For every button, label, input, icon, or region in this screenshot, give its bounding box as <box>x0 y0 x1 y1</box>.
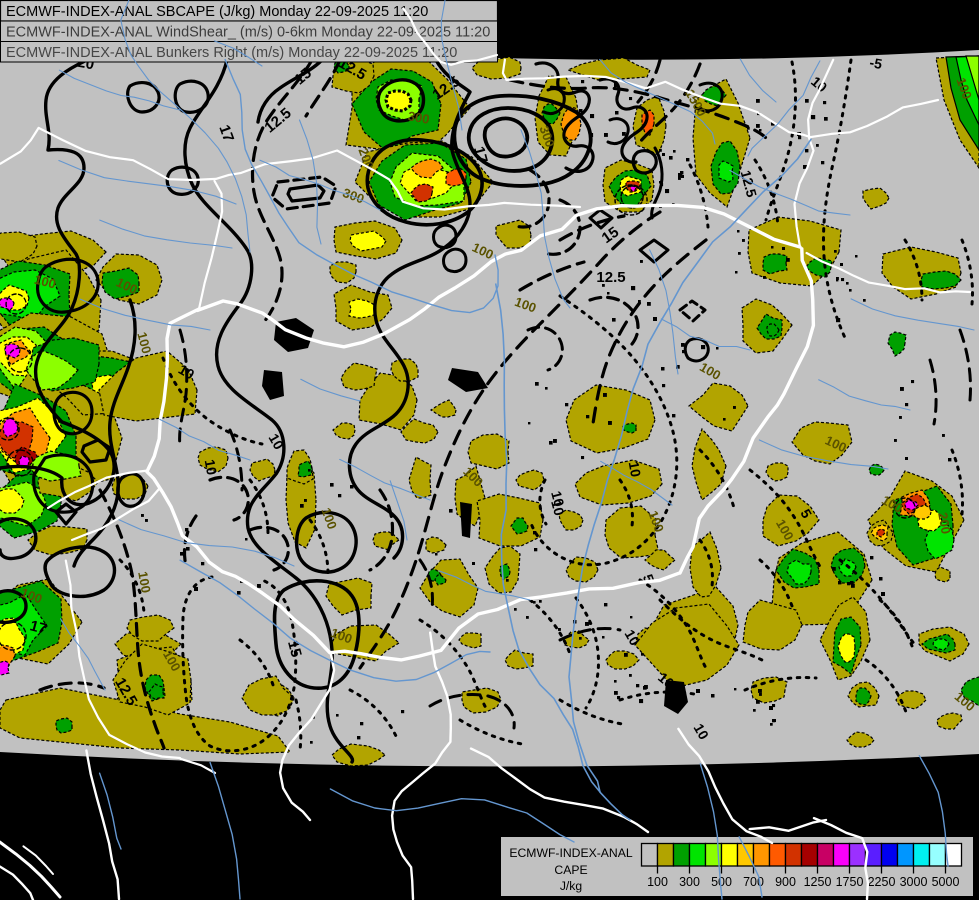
svg-text:100: 100 <box>647 875 668 889</box>
svg-text:ECMWF-INDEX-ANAL SBCAPE (J/kg): ECMWF-INDEX-ANAL SBCAPE (J/kg) Monday 22… <box>6 4 428 20</box>
svg-text:J/kg: J/kg <box>560 879 582 893</box>
svg-text:2250: 2250 <box>868 875 896 889</box>
svg-text:900: 900 <box>775 875 796 889</box>
svg-text:1250: 1250 <box>804 875 832 889</box>
svg-text:300: 300 <box>679 875 700 889</box>
svg-text:ECMWF-INDEX-ANAL: ECMWF-INDEX-ANAL <box>509 846 632 860</box>
svg-text:3000: 3000 <box>900 875 928 889</box>
svg-text:10: 10 <box>202 458 220 476</box>
svg-text:12.5: 12.5 <box>596 269 625 286</box>
svg-text:CAPE: CAPE <box>554 863 587 877</box>
svg-text:5000: 5000 <box>932 875 960 889</box>
svg-text:1750: 1750 <box>836 875 864 889</box>
svg-text:10: 10 <box>626 460 644 478</box>
